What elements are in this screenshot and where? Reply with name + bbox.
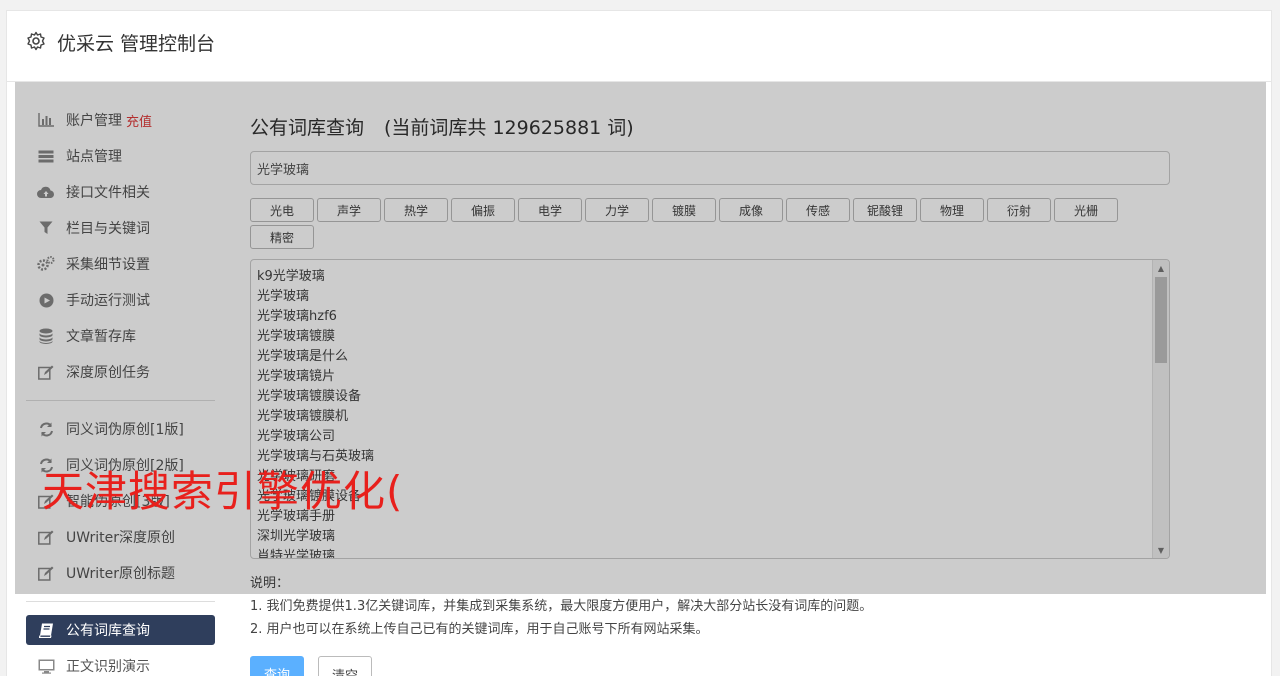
- monitor-icon: [37, 658, 55, 674]
- query-button[interactable]: 查询: [250, 656, 304, 676]
- sidebar-item-text-recognition[interactable]: 正文识别演示: [26, 651, 215, 676]
- gear-icon: [27, 31, 45, 51]
- top-bar: 优采云 管理控制台: [6, 10, 1272, 82]
- sidebar-divider: [26, 601, 215, 602]
- book-icon: [37, 622, 55, 638]
- page-scrollbar[interactable]: [1272, 0, 1280, 676]
- console-title: 优采云 管理控制台: [57, 33, 216, 55]
- sidebar-item-public-lexicon[interactable]: 公有词库查询: [26, 615, 215, 645]
- watermark-text: 天津搜索引擎优化(: [42, 467, 404, 516]
- sidebar-item-label: 正文识别演示: [66, 659, 150, 675]
- notes-line-2: 2. 用户也可以在系统上传自己已有的关键词库，用于自己账号下所有网站采集。: [250, 622, 709, 637]
- clear-button[interactable]: 清空: [318, 656, 372, 676]
- sidebar-item-label: 公有词库查询: [66, 623, 150, 639]
- notes-line-1: 1. 我们免费提供1.3亿关键词库，并集成到采集系统，最大限度方便用户，解决大部…: [250, 599, 873, 614]
